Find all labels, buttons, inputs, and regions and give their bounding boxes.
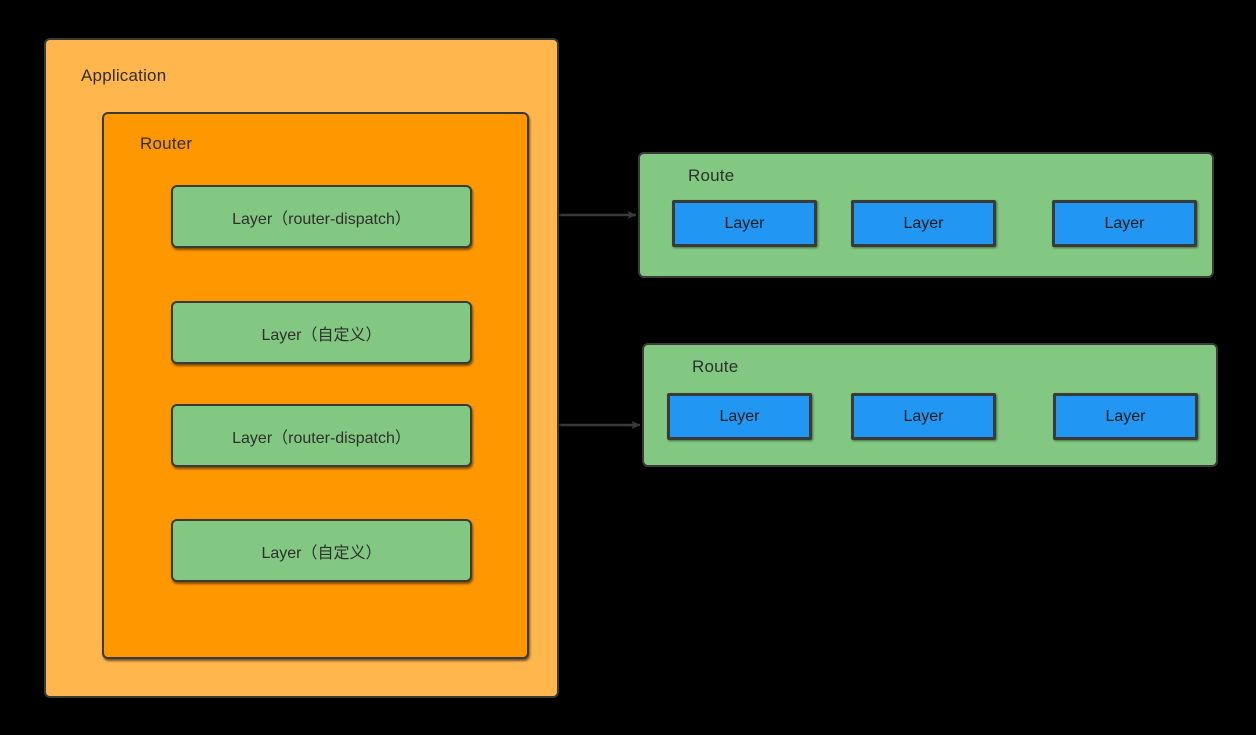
route-layer-chip[interactable]: Layer [672,200,817,247]
route-label: Route [692,357,739,376]
router-layer-label: Layer（自定义） [261,544,382,562]
router-layer-label: Layer（自定义） [261,326,382,344]
router-layer-router-dispatch-2[interactable]: Layer（router-dispatch） [171,404,472,467]
router-layer-custom-2[interactable]: Layer（自定义） [171,519,472,582]
route-layer-label: Layer [719,407,760,425]
application-container[interactable]: Application Router Layer（router-dispatch… [44,38,559,698]
route-layer-chip[interactable]: Layer [851,200,996,247]
route-label: Route [688,166,735,185]
route-layer-label: Layer [1104,214,1145,232]
application-label: Application [81,66,167,85]
route-layer-chip[interactable]: Layer [851,393,996,440]
router-layer-label: Layer（router-dispatch） [232,210,411,228]
route-layer-chip[interactable]: Layer [667,393,812,440]
router-container[interactable]: Router Layer（router-dispatch） Layer（自定义）… [102,112,529,659]
route-layer-label: Layer [724,214,765,232]
route-layer-chip[interactable]: Layer [1052,200,1197,247]
route-layer-label: Layer [903,214,944,232]
route-container-2[interactable]: Route Layer Layer Layer [642,343,1218,467]
router-layer-custom-1[interactable]: Layer（自定义） [171,301,472,364]
route-layer-label: Layer [903,407,944,425]
route-layer-label: Layer [1105,407,1146,425]
router-layer-label: Layer（router-dispatch） [232,429,411,447]
diagram-canvas: Application Router Layer（router-dispatch… [0,0,1256,735]
route-container-1[interactable]: Route Layer Layer Layer [638,152,1214,278]
router-layer-router-dispatch-1[interactable]: Layer（router-dispatch） [171,185,472,248]
router-label: Router [140,134,193,153]
route-layer-chip[interactable]: Layer [1053,393,1198,440]
